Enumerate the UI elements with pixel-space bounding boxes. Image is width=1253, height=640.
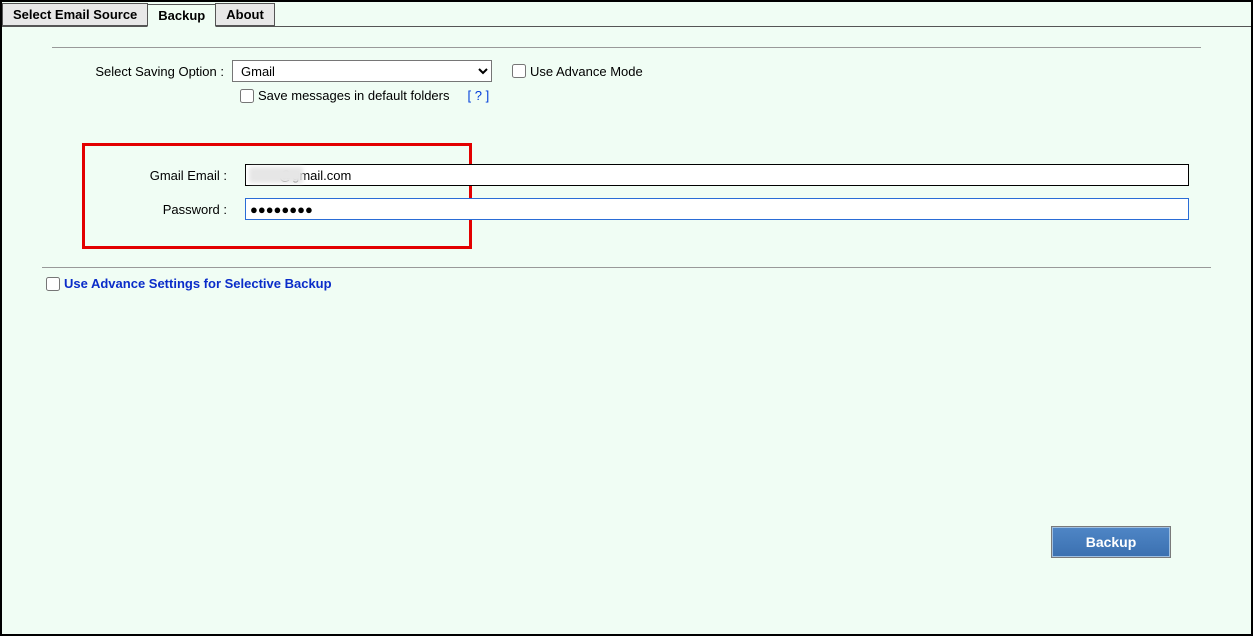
tab-about[interactable]: About <box>215 3 275 26</box>
backup-button[interactable]: Backup <box>1051 526 1171 558</box>
saving-option-section: Select Saving Option : Gmail Use Advance… <box>52 47 1201 113</box>
password-input[interactable] <box>245 198 1189 220</box>
password-label: Password : <box>95 202 235 217</box>
advance-settings-checkbox[interactable] <box>46 277 60 291</box>
advance-settings-label: Use Advance Settings for Selective Backu… <box>64 276 332 291</box>
advance-mode-label: Use Advance Mode <box>530 64 643 79</box>
tab-strip: Select Email Source Backup About <box>2 2 1251 26</box>
advance-mode-checkbox[interactable] <box>512 64 526 78</box>
tab-label: About <box>226 7 264 22</box>
gmail-email-label: Gmail Email : <box>95 168 235 183</box>
tab-label: Backup <box>158 8 205 23</box>
credentials-highlight-box: Gmail Email : Password : <box>82 143 472 249</box>
tab-body-backup: Select Saving Option : Gmail Use Advance… <box>2 26 1251 634</box>
save-default-folders-label: Save messages in default folders <box>258 88 450 103</box>
saving-option-label: Select Saving Option : <box>52 64 232 79</box>
tab-backup[interactable]: Backup <box>147 4 216 27</box>
help-link[interactable]: [ ? ] <box>468 88 490 103</box>
divider <box>42 267 1211 268</box>
tab-select-email-source[interactable]: Select Email Source <box>2 3 148 26</box>
tab-label: Select Email Source <box>13 7 137 22</box>
app-window: Select Email Source Backup About Select … <box>0 0 1253 636</box>
saving-option-select[interactable]: Gmail <box>232 60 492 82</box>
save-default-folders-checkbox[interactable] <box>240 89 254 103</box>
gmail-email-input[interactable] <box>245 164 1189 186</box>
